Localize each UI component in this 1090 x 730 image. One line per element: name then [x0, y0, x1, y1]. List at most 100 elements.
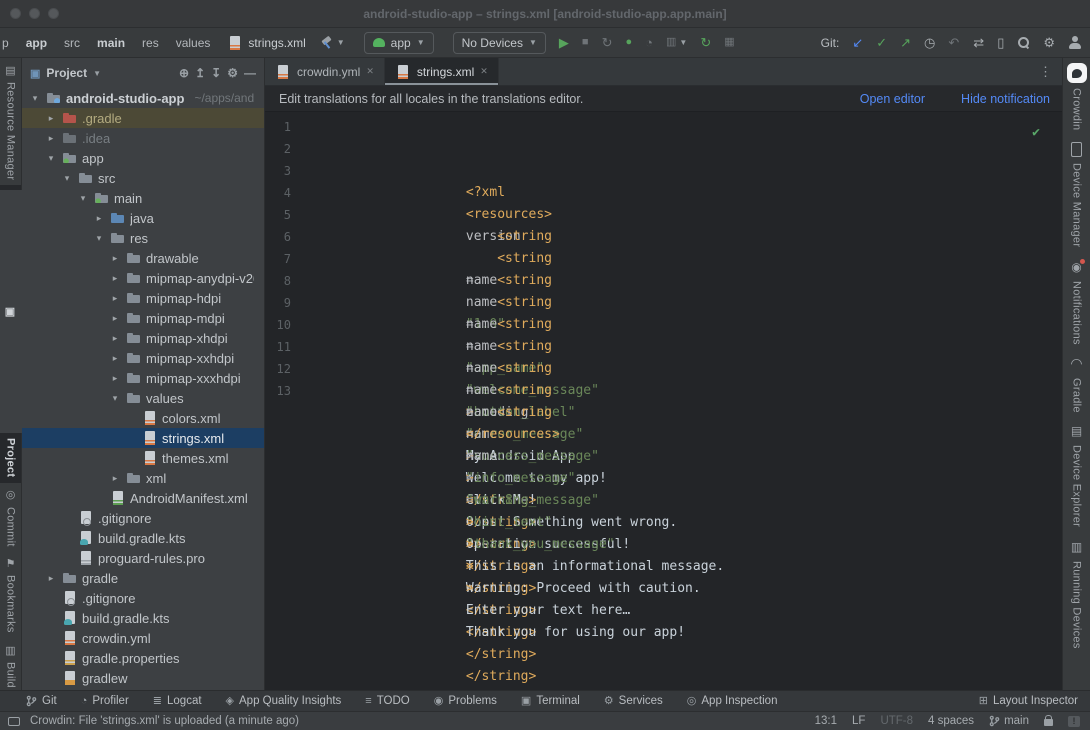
tree-row[interactable]: proguard-rules.pro [22, 548, 264, 568]
app-quality-insights-tool-button[interactable]: ◈App Quality Insights [226, 695, 342, 707]
code-editor[interactable]: ✔ 1 <?xml version [265, 112, 1062, 690]
tool-window-switcher-icon[interactable] [8, 717, 20, 726]
compare-button[interactable]: ⇄ [973, 36, 984, 49]
tree-row[interactable]: ▾ app [22, 148, 264, 168]
layout-inspector-tool-button[interactable]: ⊞Layout Inspector [979, 695, 1078, 707]
tool-window-button[interactable]: Resource Manager [0, 58, 21, 185]
tool-window-button[interactable]: Device Explorer [1063, 417, 1090, 532]
tree-expand-arrow[interactable]: ▾ [108, 393, 122, 404]
locate-file-icon[interactable]: ⊕ [179, 66, 189, 80]
tab-options-icon[interactable]: ⋮ [1029, 58, 1062, 85]
lock-icon[interactable] [1044, 719, 1053, 726]
git-push-button[interactable]: ↗ [900, 36, 911, 49]
debug-button[interactable]: ● [625, 37, 632, 48]
tree-expand-arrow[interactable]: ▸ [108, 313, 122, 324]
tree-row[interactable]: ▸ drawable [22, 248, 264, 268]
indent-setting[interactable]: 4 spaces [928, 715, 974, 727]
breadcrumb-item[interactable]: app [26, 36, 47, 50]
line-ending[interactable]: LF [852, 715, 865, 727]
tree-row[interactable]: ▸ mipmap-xxhdpi [22, 348, 264, 368]
breadcrumb-item[interactable]: src [64, 36, 80, 50]
tree-expand-arrow[interactable]: ▾ [76, 193, 90, 204]
open-editor-link[interactable]: Open editor [860, 92, 925, 106]
tree-expand-arrow[interactable]: ▸ [92, 213, 106, 224]
history-button[interactable]: ◷ [924, 36, 935, 49]
profiler-button[interactable]: ◔ [645, 36, 653, 49]
tree-row[interactable]: ▸ .gradle [22, 108, 264, 128]
tree-expand-arrow[interactable]: ▸ [44, 573, 58, 584]
todo-tool-button[interactable]: ≡TODO [365, 695, 409, 707]
tree-row[interactable]: ▸ .idea [22, 128, 264, 148]
tool-window-button[interactable]: Crowdin [1063, 58, 1090, 135]
hide-panel-icon[interactable]: — [244, 66, 256, 80]
tree-row[interactable]: .gitignore [22, 508, 264, 528]
logcat-tool-button[interactable]: ≣Logcat [153, 695, 202, 707]
tree-expand-arrow[interactable]: ▸ [108, 333, 122, 344]
tree-row[interactable]: build.gradle.kts [22, 608, 264, 628]
tool-window-button[interactable]: Notifications [1063, 253, 1090, 350]
close-tab-icon[interactable]: ✕ [480, 66, 488, 77]
tree-row[interactable]: strings.xml [22, 428, 264, 448]
tree-expand-arrow[interactable]: ▾ [60, 173, 74, 184]
git-tool-button[interactable]: Git [26, 695, 57, 707]
tree-expand-arrow[interactable]: ▾ [92, 233, 106, 244]
tool-window-button[interactable]: Commit [0, 483, 21, 552]
git-update-button[interactable]: ↙ [852, 36, 863, 49]
rollback-button[interactable]: ↶ [948, 36, 959, 49]
profile-button[interactable] [1068, 36, 1082, 49]
tree-row[interactable]: ▾ values [22, 388, 264, 408]
tree-row[interactable]: ▾ main [22, 188, 264, 208]
services-tool-button[interactable]: ⚙Services [604, 695, 663, 707]
tree-row[interactable]: build.gradle.kts [22, 528, 264, 548]
git-branch-widget[interactable]: main [989, 715, 1029, 727]
tree-row[interactable]: ▸ xml [22, 468, 264, 488]
collapse-all-icon[interactable]: ↧ [211, 66, 221, 80]
project-panel-title[interactable]: Project [46, 66, 87, 80]
inspections-ok-icon[interactable]: ✔ [1032, 122, 1040, 144]
panel-settings-gear-icon[interactable]: ⚙ [227, 66, 238, 80]
tree-expand-arrow[interactable]: ▸ [44, 113, 58, 124]
tree-row[interactable]: crowdin.yml [22, 628, 264, 648]
editor-tab[interactable]: crowdin.yml ✕ [265, 58, 385, 85]
tree-expand-arrow[interactable]: ▸ [108, 373, 122, 384]
tree-row[interactable]: ▸ mipmap-xhdpi [22, 328, 264, 348]
device-selector[interactable]: No Devices ▼ [453, 32, 546, 54]
tree-row[interactable]: gradle.properties [22, 648, 264, 668]
tree-expand-arrow[interactable]: ▸ [108, 473, 122, 484]
tree-row[interactable]: ▾ android-studio-app ~/apps/and [22, 88, 264, 108]
device-mirror-button[interactable]: ▯ [997, 36, 1004, 49]
sync-button[interactable]: ↻ [700, 36, 711, 49]
problems-tool-button[interactable]: ◉Problems [434, 695, 497, 707]
tree-row[interactable]: ▸ mipmap-hdpi [22, 288, 264, 308]
tree-row[interactable]: ▸ mipmap-mdpi [22, 308, 264, 328]
tree-expand-arrow[interactable]: ▸ [44, 133, 58, 144]
tree-expand-arrow[interactable]: ▸ [108, 273, 122, 284]
expand-all-icon[interactable]: ↥ [195, 66, 205, 80]
search-everywhere-button[interactable] [1017, 36, 1030, 49]
tree-expand-arrow[interactable]: ▸ [108, 353, 122, 364]
profiler-tool-button[interactable]: ◔Profiler [81, 695, 129, 707]
chevron-down-icon[interactable]: ▼ [93, 69, 101, 78]
file-encoding[interactable]: UTF-8 [880, 715, 913, 727]
tree-row[interactable]: gradlew [22, 668, 264, 688]
tool-window-button[interactable]: Device Manager [1063, 135, 1090, 252]
breadcrumb-item[interactable]: main [97, 36, 125, 50]
run-config-selector[interactable]: app ▼ [364, 32, 434, 54]
build-hammer-button[interactable]: ▼ [320, 36, 345, 49]
tree-row[interactable]: ▸ mipmap-anydpi-v26 [22, 268, 264, 288]
close-tab-icon[interactable]: ✕ [366, 66, 374, 77]
tool-window-button[interactable]: Project [0, 185, 21, 482]
tree-row[interactable]: colors.xml [22, 408, 264, 428]
caret-position[interactable]: 13:1 [815, 715, 837, 727]
notifications-icon[interactable]: ! [1068, 716, 1080, 727]
app-inspection-tool-button[interactable]: ◎App Inspection [687, 695, 778, 707]
tool-window-button[interactable]: Gradle [1063, 350, 1090, 418]
tree-row[interactable]: .gitignore [22, 588, 264, 608]
tree-row[interactable]: ▸ java [22, 208, 264, 228]
hide-notification-link[interactable]: Hide notification [961, 92, 1050, 106]
tree-row[interactable]: ▸ mipmap-xxxhdpi [22, 368, 264, 388]
settings-button[interactable]: ⚙ [1043, 36, 1055, 49]
stop-button[interactable]: ■ [582, 37, 589, 48]
tree-row[interactable]: ▾ res [22, 228, 264, 248]
breadcrumb-item[interactable]: res [142, 36, 159, 50]
